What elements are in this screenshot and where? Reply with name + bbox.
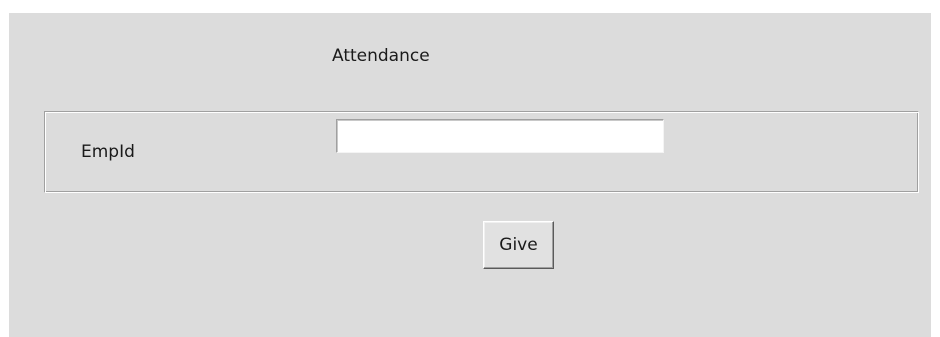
attendance-window: Attendance EmpId Give	[9, 13, 931, 337]
empid-label: EmpId	[81, 142, 135, 162]
empid-input[interactable]	[336, 119, 664, 153]
window-title: Attendance	[332, 46, 430, 66]
give-button[interactable]: Give	[483, 221, 554, 269]
